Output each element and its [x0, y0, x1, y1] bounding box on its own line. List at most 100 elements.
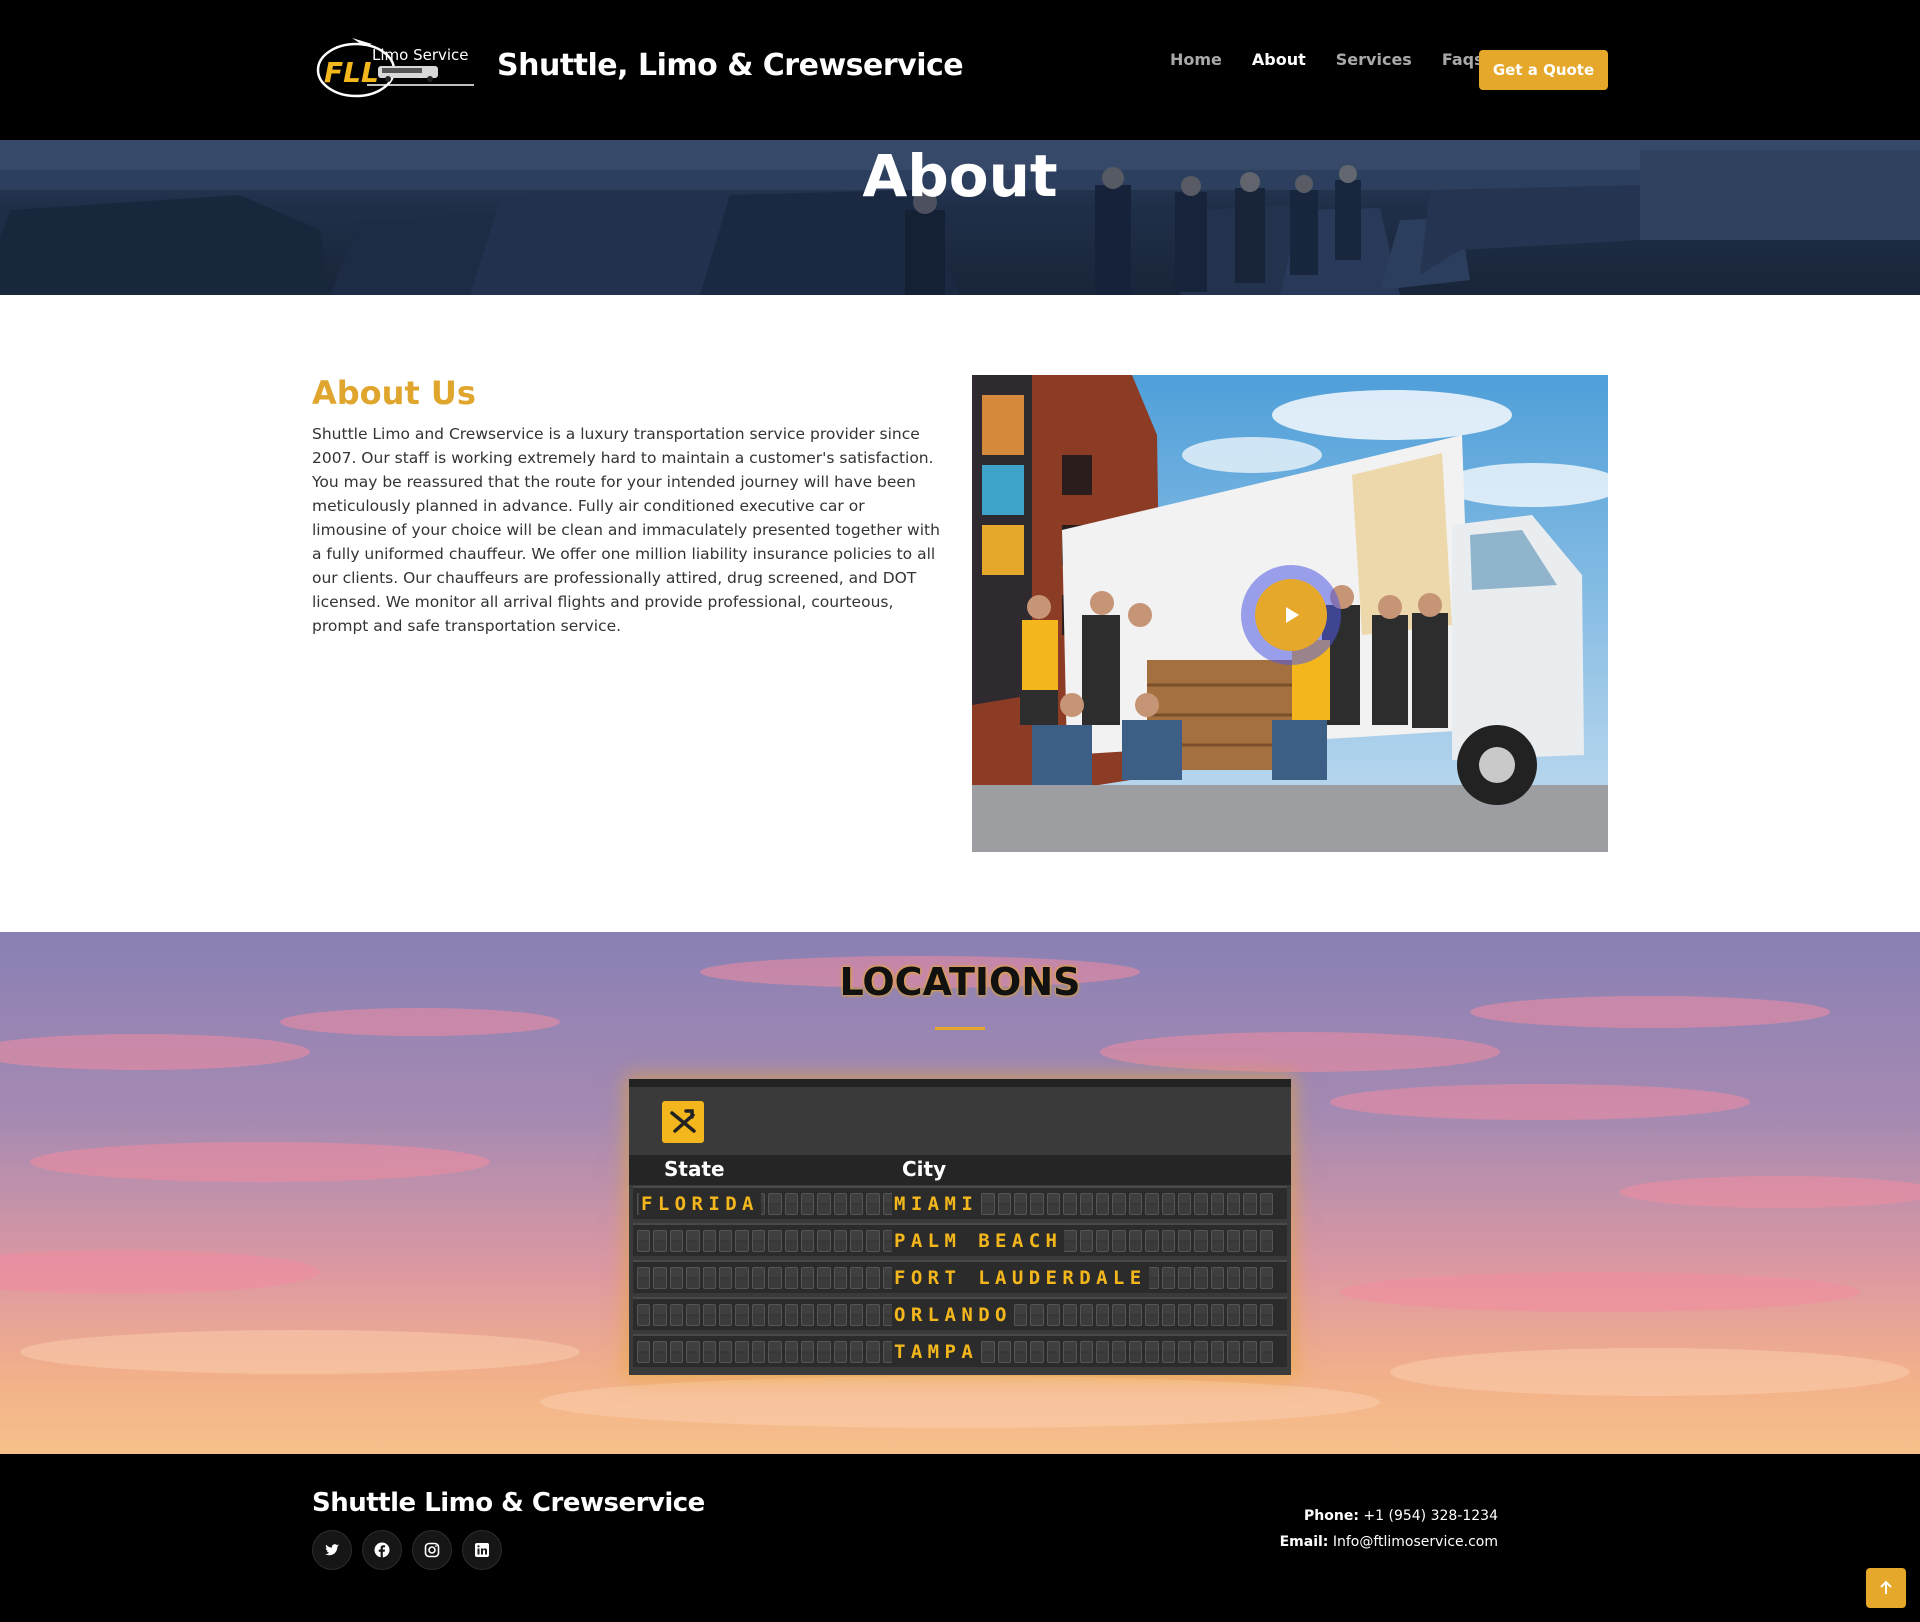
flap-cell — [718, 1341, 733, 1363]
flap-cell — [784, 1341, 798, 1363]
flap-cell — [833, 1341, 848, 1363]
city-column-header: City — [902, 1157, 947, 1181]
flap-cell — [1227, 1267, 1241, 1289]
flap-cell — [1161, 1193, 1175, 1215]
nav-home[interactable]: Home — [1170, 50, 1222, 69]
site-footer — [0, 1454, 1920, 1622]
flap-cell — [1227, 1341, 1241, 1363]
flap-cell — [637, 1304, 651, 1326]
play-button[interactable] — [1255, 579, 1327, 651]
flap-cell — [1259, 1341, 1274, 1363]
flap-cell — [1227, 1304, 1241, 1326]
flap-cell — [800, 1341, 815, 1363]
company-logo[interactable]: FLL Limo Service — [312, 30, 482, 110]
flap-cell — [1177, 1341, 1192, 1363]
flap-cell — [1046, 1341, 1061, 1363]
arrow-up-icon — [1880, 1580, 1892, 1594]
instagram-link[interactable] — [412, 1530, 452, 1570]
flap-cell — [669, 1341, 684, 1363]
back-to-top-button[interactable] — [1866, 1568, 1906, 1608]
flap-cell — [1177, 1230, 1192, 1252]
footer-title: Shuttle Limo & Crewservice — [312, 1488, 705, 1518]
flap-cell — [669, 1267, 684, 1289]
flap-cell — [702, 1267, 716, 1289]
flap-cell — [1013, 1304, 1028, 1326]
flap-cell — [866, 1193, 880, 1215]
footer-phone: Phone: +1 (954) 328-1234 — [1304, 1508, 1498, 1524]
flap-cell — [1013, 1193, 1028, 1215]
flap-cell — [784, 1230, 798, 1252]
flap-cell — [1063, 1230, 1077, 1252]
flap-cell — [1063, 1304, 1077, 1326]
board-top-bar — [629, 1079, 1291, 1087]
flap-cell — [1145, 1341, 1159, 1363]
play-icon — [1286, 607, 1299, 623]
flap-cell — [1063, 1341, 1077, 1363]
facebook-link[interactable] — [362, 1530, 402, 1570]
flap-cell — [800, 1267, 815, 1289]
flap-cell — [817, 1193, 831, 1215]
flap-cell — [1194, 1230, 1208, 1252]
nav-services[interactable]: Services — [1336, 50, 1412, 69]
flap-cell — [1112, 1193, 1126, 1215]
flap-cell — [850, 1230, 864, 1252]
location-city: PALM BEACH — [892, 1230, 1065, 1252]
flap-cell — [800, 1230, 815, 1252]
flap-cell — [1210, 1341, 1225, 1363]
svg-text:FLL: FLL — [324, 56, 379, 89]
state-column-header: State — [664, 1157, 725, 1181]
email-address[interactable]: Info@ftlimoservice.com — [1333, 1534, 1498, 1550]
instagram-icon — [424, 1542, 440, 1558]
flap-cell — [735, 1304, 749, 1326]
flap-cell — [1243, 1230, 1257, 1252]
flap-cell — [1079, 1341, 1093, 1363]
phone-number[interactable]: +1 (954) 328-1234 — [1363, 1508, 1498, 1524]
footer-email: Email: Info@ftlimoservice.com — [1280, 1534, 1498, 1550]
flap-cell — [1243, 1341, 1257, 1363]
flap-cell — [784, 1193, 798, 1215]
departure-board: State City FLORIDA MIAMI PALM BEACH FORT… — [629, 1079, 1291, 1375]
flap-cell — [1063, 1193, 1077, 1215]
flap-cell — [1210, 1193, 1225, 1215]
flap-cell — [866, 1230, 880, 1252]
flap-cell — [686, 1230, 700, 1252]
svg-text:Limo Service: Limo Service — [372, 46, 469, 64]
get-quote-button[interactable]: Get a Quote — [1479, 50, 1608, 90]
heading-underline — [935, 1027, 985, 1030]
flap-cell — [1161, 1267, 1175, 1289]
flap-cell — [800, 1304, 815, 1326]
flap-cell — [702, 1341, 716, 1363]
airport-icon — [662, 1101, 704, 1143]
flap-cell — [784, 1304, 798, 1326]
twitter-link[interactable] — [312, 1530, 352, 1570]
linkedin-icon — [475, 1543, 489, 1557]
flap-cell — [735, 1341, 749, 1363]
flap-cell — [1145, 1304, 1159, 1326]
flap-cell — [866, 1267, 880, 1289]
linkedin-link[interactable] — [462, 1530, 502, 1570]
site-title[interactable]: Shuttle, Limo & Crewservice — [497, 48, 964, 83]
flap-cell — [1194, 1304, 1208, 1326]
flap-cell — [1177, 1267, 1192, 1289]
flap-cell — [1145, 1230, 1159, 1252]
flap-cell — [751, 1341, 766, 1363]
flap-cell — [997, 1193, 1011, 1215]
flap-cell — [1194, 1267, 1208, 1289]
flap-cell — [735, 1267, 749, 1289]
main-nav: Home About Services Faqs — [1170, 50, 1514, 69]
nav-about[interactable]: About — [1252, 50, 1306, 69]
flap-cell — [653, 1267, 667, 1289]
flap-cell — [866, 1341, 880, 1363]
location-state: FLORIDA — [639, 1193, 761, 1215]
location-city: TAMPA — [892, 1341, 981, 1363]
flap-cell — [850, 1341, 864, 1363]
flap-cell — [1095, 1230, 1110, 1252]
nav-faqs[interactable]: Faqs — [1442, 50, 1484, 69]
flap-cell — [1128, 1304, 1143, 1326]
flap-cell — [997, 1341, 1011, 1363]
flap-cell — [850, 1304, 864, 1326]
location-row: PALM BEACH — [633, 1223, 1287, 1256]
page-hero: About — [0, 140, 1920, 295]
flap-cell — [1145, 1193, 1159, 1215]
flap-cell — [833, 1230, 848, 1252]
